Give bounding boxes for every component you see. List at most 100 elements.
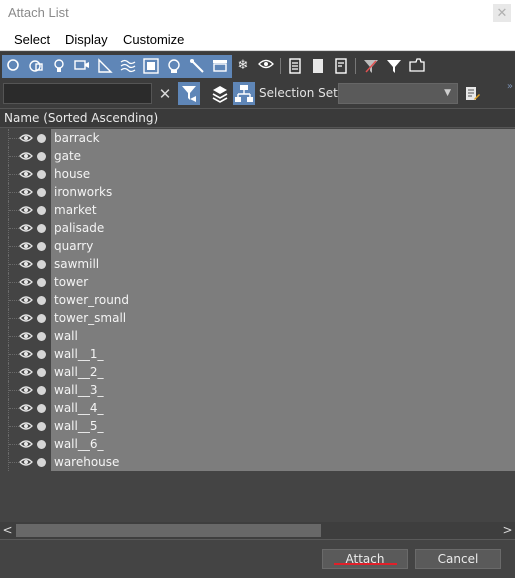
freeze-dot-icon[interactable]	[37, 404, 46, 413]
list-item[interactable]: wall__6_	[0, 435, 515, 453]
eye-icon[interactable]	[19, 456, 33, 468]
freeze-dot-icon[interactable]	[37, 242, 46, 251]
freeze-dot-icon[interactable]	[37, 386, 46, 395]
list-item-cell[interactable]: palisade	[51, 219, 515, 237]
display-all-icon[interactable]	[285, 56, 305, 76]
eye-icon[interactable]	[19, 222, 33, 234]
eye-icon[interactable]	[19, 294, 33, 306]
groups-icon[interactable]	[141, 56, 161, 76]
eye-icon[interactable]	[19, 258, 33, 270]
freeze-dot-icon[interactable]	[37, 458, 46, 467]
list-item-cell[interactable]: tower_small	[51, 309, 515, 327]
folder-icon[interactable]	[407, 56, 427, 76]
eye-icon[interactable]	[19, 186, 33, 198]
close-button[interactable]: ✕	[493, 4, 511, 22]
list-item[interactable]: wall__3_	[0, 381, 515, 399]
eye-icon[interactable]	[19, 150, 33, 162]
eye-icon[interactable]	[19, 312, 33, 324]
freeze-dot-icon[interactable]	[37, 440, 46, 449]
freeze-dot-icon[interactable]	[37, 170, 46, 179]
layers-icon[interactable]	[210, 83, 230, 105]
list-item[interactable]: tower_round	[0, 291, 515, 309]
list-item-cell[interactable]: tower_round	[51, 291, 515, 309]
space-warps-icon[interactable]	[118, 56, 138, 76]
eye-icon[interactable]	[19, 384, 33, 396]
freeze-dot-icon[interactable]	[37, 422, 46, 431]
find-filter-icon[interactable]	[178, 82, 200, 105]
frozen-icon[interactable]: ❄	[233, 56, 253, 76]
eye-icon[interactable]	[19, 240, 33, 252]
helpers-icon[interactable]	[95, 56, 115, 76]
list-item[interactable]: wall__5_	[0, 417, 515, 435]
freeze-dot-icon[interactable]	[37, 260, 46, 269]
freeze-dot-icon[interactable]	[37, 206, 46, 215]
list-item-cell[interactable]: wall__3_	[51, 381, 515, 399]
list-item-cell[interactable]: wall__4_	[51, 399, 515, 417]
menu-select[interactable]: Select	[14, 32, 50, 47]
invert-display-icon[interactable]	[331, 56, 351, 76]
list-item[interactable]: warehouse	[0, 453, 515, 471]
eye-icon[interactable]	[19, 132, 33, 144]
freeze-dot-icon[interactable]	[37, 278, 46, 287]
filter-icon[interactable]	[361, 56, 381, 76]
horizontal-scrollbar[interactable]: < >	[0, 522, 515, 539]
clear-search-icon[interactable]: ✕	[156, 84, 174, 104]
eye-icon[interactable]	[19, 348, 33, 360]
hierarchy-icon[interactable]	[233, 82, 255, 105]
selection-set-dropdown[interactable]: ▼	[338, 83, 458, 104]
toolbar-overflow-icon[interactable]: »	[507, 81, 513, 92]
menu-customize[interactable]: Customize	[123, 32, 184, 47]
eye-icon[interactable]	[19, 366, 33, 378]
bones-icon[interactable]	[187, 56, 207, 76]
list-item[interactable]: wall__4_	[0, 399, 515, 417]
scroll-right-button[interactable]: >	[500, 523, 515, 538]
list-item-cell[interactable]: wall	[51, 327, 515, 345]
geometry-icon[interactable]	[3, 56, 23, 76]
freeze-dot-icon[interactable]	[37, 296, 46, 305]
eye-icon[interactable]	[19, 420, 33, 432]
menu-display[interactable]: Display	[65, 32, 108, 47]
attach-button[interactable]: Attach	[322, 549, 408, 569]
list-item-cell[interactable]: market	[51, 201, 515, 219]
containers-icon[interactable]	[210, 56, 230, 76]
list-item-cell[interactable]: ironworks	[51, 183, 515, 201]
freeze-dot-icon[interactable]	[37, 188, 46, 197]
lights-icon[interactable]	[49, 56, 69, 76]
eye-icon[interactable]	[19, 330, 33, 342]
list-item-cell[interactable]: wall__6_	[51, 435, 515, 453]
list-item[interactable]: wall	[0, 327, 515, 345]
list-item[interactable]: market	[0, 201, 515, 219]
list-item[interactable]: wall__1_	[0, 345, 515, 363]
freeze-dot-icon[interactable]	[37, 314, 46, 323]
list-item-cell[interactable]: tower	[51, 273, 515, 291]
list-item-cell[interactable]: barrack	[51, 129, 515, 147]
freeze-dot-icon[interactable]	[37, 152, 46, 161]
search-input[interactable]	[3, 83, 152, 104]
list-item-cell[interactable]: warehouse	[51, 453, 515, 471]
eye-icon[interactable]	[19, 438, 33, 450]
list-item-cell[interactable]: wall__2_	[51, 363, 515, 381]
list-item-cell[interactable]: sawmill	[51, 255, 515, 273]
xrefs-icon[interactable]	[164, 56, 184, 76]
eye-icon[interactable]	[19, 168, 33, 180]
name-column-header[interactable]: Name (Sorted Ascending)	[4, 111, 158, 125]
list-item[interactable]: ironworks	[0, 183, 515, 201]
list-item-cell[interactable]: wall__1_	[51, 345, 515, 363]
eye-icon[interactable]	[19, 402, 33, 414]
freeze-dot-icon[interactable]	[37, 332, 46, 341]
list-item[interactable]: house	[0, 165, 515, 183]
eye-icon[interactable]	[19, 276, 33, 288]
shapes-icon[interactable]	[26, 56, 46, 76]
cancel-button[interactable]: Cancel	[415, 549, 501, 569]
list-item[interactable]: palisade	[0, 219, 515, 237]
freeze-dot-icon[interactable]	[37, 368, 46, 377]
list-item-cell[interactable]: gate	[51, 147, 515, 165]
scroll-left-button[interactable]: <	[0, 523, 15, 538]
list-item-cell[interactable]: quarry	[51, 237, 515, 255]
list-item[interactable]: tower_small	[0, 309, 515, 327]
list-item[interactable]: barrack	[0, 129, 515, 147]
edit-selection-set-icon[interactable]	[463, 84, 481, 104]
list-item[interactable]: gate	[0, 147, 515, 165]
list-item[interactable]: quarry	[0, 237, 515, 255]
funnel-icon[interactable]	[384, 56, 404, 76]
